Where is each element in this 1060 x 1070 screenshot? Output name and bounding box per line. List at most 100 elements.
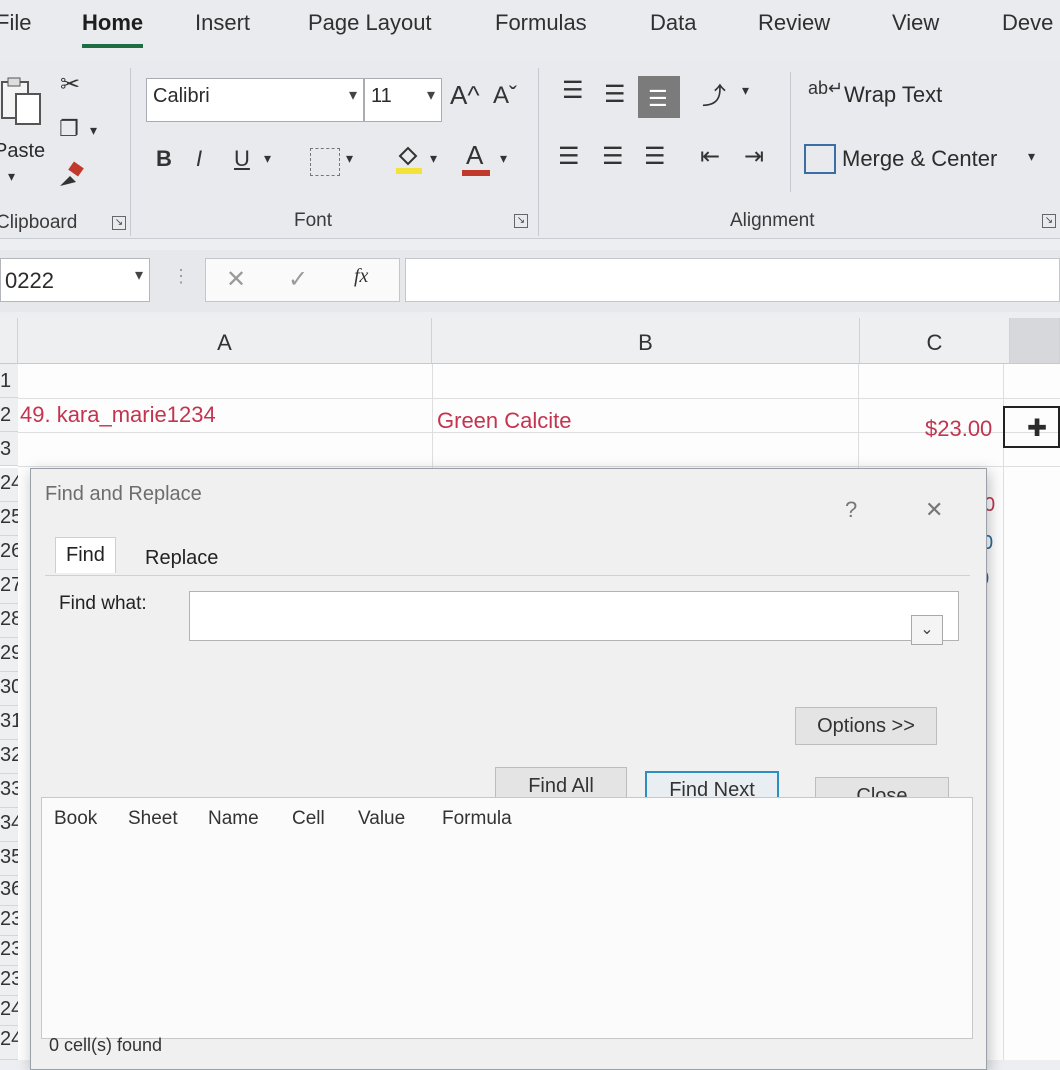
paste-dropdown-icon[interactable]: ▾ <box>8 168 15 185</box>
alignment-launcher-icon[interactable]: ↘ <box>1042 214 1056 228</box>
insert-function-icon[interactable]: fx <box>354 265 368 288</box>
merge-center-button[interactable]: Merge & Center <box>842 146 997 172</box>
active-cell-d2[interactable]: ✚ <box>1003 406 1060 448</box>
results-list[interactable]: Book Sheet Name Cell Value Formula <box>41 797 973 1039</box>
tab-review[interactable]: Review <box>758 10 830 36</box>
font-color-dropdown-icon[interactable]: ▾ <box>500 150 507 167</box>
font-color-icon[interactable]: A <box>462 140 492 176</box>
tab-replace[interactable]: Replace <box>135 541 228 576</box>
row-header[interactable]: 237 <box>0 906 18 936</box>
tab-view[interactable]: View <box>892 10 939 36</box>
cell-a2[interactable]: 49. kara_marie1234 <box>20 402 216 428</box>
row-header[interactable]: 26 <box>0 536 18 570</box>
results-header-name[interactable]: Name <box>208 808 259 830</box>
row-header[interactable]: 241 <box>0 1026 18 1060</box>
row-header[interactable]: 24 <box>0 468 18 502</box>
more-options-icon[interactable]: ⋮ <box>172 266 190 287</box>
tab-data[interactable]: Data <box>650 10 696 36</box>
enter-icon[interactable]: ✓ <box>288 265 308 294</box>
merge-dropdown-icon[interactable]: ▾ <box>1028 148 1035 165</box>
increase-indent-icon[interactable]: ⇥ <box>744 142 764 171</box>
row-header[interactable]: 239 <box>0 966 18 996</box>
grow-font-icon[interactable]: A^ <box>450 80 480 111</box>
find-what-input[interactable] <box>189 591 959 641</box>
align-left-icon[interactable]: ☰ <box>558 142 580 171</box>
align-top-icon[interactable]: ☰ <box>562 76 584 105</box>
tab-file[interactable]: File <box>0 10 31 36</box>
column-header-a[interactable]: A <box>18 318 432 364</box>
font-name-select[interactable]: Calibri <box>146 78 364 122</box>
close-icon[interactable]: ✕ <box>925 497 943 523</box>
cell-b2[interactable]: Green Calcite <box>437 408 572 434</box>
wrap-text-icon[interactable]: ab↵ <box>808 78 843 99</box>
results-header-value[interactable]: Value <box>358 808 405 830</box>
font-size-select[interactable]: 11 <box>364 78 442 122</box>
help-icon[interactable]: ? <box>845 497 857 523</box>
gridline <box>18 398 1060 399</box>
tab-developer[interactable]: Deve <box>1002 10 1053 36</box>
row-header[interactable]: 32 <box>0 740 18 774</box>
row-header[interactable]: 238 <box>0 936 18 966</box>
align-center-icon[interactable]: ☰ <box>602 142 624 171</box>
results-header-sheet[interactable]: Sheet <box>128 808 178 830</box>
cancel-icon[interactable]: ✕ <box>226 265 246 294</box>
results-header-formula[interactable]: Formula <box>442 808 512 830</box>
orientation-dropdown-icon[interactable]: ▾ <box>742 82 749 99</box>
borders-dropdown-icon[interactable]: ▾ <box>346 150 353 167</box>
paste-icon[interactable] <box>0 76 44 132</box>
paste-label[interactable]: Paste <box>0 140 45 163</box>
underline-button[interactable]: U <box>234 146 250 172</box>
copy-dropdown-icon[interactable]: ▾ <box>90 122 97 139</box>
row-header[interactable]: 2 <box>0 398 18 432</box>
column-header-c[interactable]: C <box>860 318 1010 364</box>
wrap-text-button[interactable]: Wrap Text <box>844 82 942 108</box>
row-header[interactable]: 27 <box>0 570 18 604</box>
clipboard-launcher-icon[interactable]: ↘ <box>112 216 126 230</box>
ribbon: Paste ▾ ✂ ❐ ▾ Clipboard ↘ Calibri 11 A^ … <box>0 62 1060 239</box>
decrease-indent-icon[interactable]: ⇤ <box>700 142 720 171</box>
formula-input[interactable] <box>405 258 1060 302</box>
format-painter-icon[interactable] <box>56 160 86 190</box>
row-header[interactable]: 1 <box>0 364 18 398</box>
row-header[interactable]: 29 <box>0 638 18 672</box>
options-button[interactable]: Options >> <box>795 707 937 745</box>
fill-color-icon[interactable] <box>394 142 424 176</box>
row-header[interactable]: 3 <box>0 432 18 466</box>
borders-icon[interactable] <box>310 148 340 176</box>
italic-button[interactable]: I <box>196 146 202 172</box>
row-header[interactable]: 30 <box>0 672 18 706</box>
bold-button[interactable]: B <box>156 146 172 172</box>
cut-icon[interactable]: ✂ <box>56 70 84 99</box>
row-header[interactable]: 28 <box>0 604 18 638</box>
tab-page-layout[interactable]: Page Layout <box>308 10 432 36</box>
results-header-cell[interactable]: Cell <box>292 808 325 830</box>
select-all-corner[interactable] <box>0 318 18 364</box>
copy-icon[interactable]: ❐ <box>54 116 84 142</box>
merge-center-icon[interactable] <box>804 144 836 174</box>
row-header[interactable]: 240 <box>0 996 18 1026</box>
underline-dropdown-icon[interactable]: ▾ <box>264 150 271 167</box>
find-history-dropdown-icon[interactable]: ⌄ <box>911 615 943 645</box>
align-middle-icon[interactable]: ☰ <box>604 80 626 109</box>
cell-c2[interactable]: $23.00 <box>925 416 992 442</box>
column-header-b[interactable]: B <box>432 318 860 364</box>
shrink-font-icon[interactable]: Aˇ <box>493 82 517 110</box>
row-header[interactable]: 34 <box>0 808 18 842</box>
font-launcher-icon[interactable]: ↘ <box>514 214 528 228</box>
align-bottom-icon[interactable]: ☰ <box>638 76 680 118</box>
fill-color-dropdown-icon[interactable]: ▾ <box>430 150 437 167</box>
tab-find[interactable]: Find <box>55 537 116 573</box>
row-header[interactable]: 31 <box>0 706 18 740</box>
row-header[interactable]: 33 <box>0 774 18 808</box>
tab-formulas[interactable]: Formulas <box>495 10 587 36</box>
row-header[interactable]: 36 <box>0 876 18 906</box>
results-header-book[interactable]: Book <box>54 808 97 830</box>
align-right-icon[interactable]: ☰ <box>644 142 666 171</box>
name-box[interactable]: 0222 <box>0 258 150 302</box>
row-header[interactable]: 25 <box>0 502 18 536</box>
tab-home[interactable]: Home <box>82 10 144 48</box>
column-header-d[interactable] <box>1010 318 1060 364</box>
row-header[interactable]: 35 <box>0 842 18 876</box>
tab-insert[interactable]: Insert <box>195 10 250 36</box>
orientation-icon[interactable]: ⤴ <box>702 76 726 111</box>
